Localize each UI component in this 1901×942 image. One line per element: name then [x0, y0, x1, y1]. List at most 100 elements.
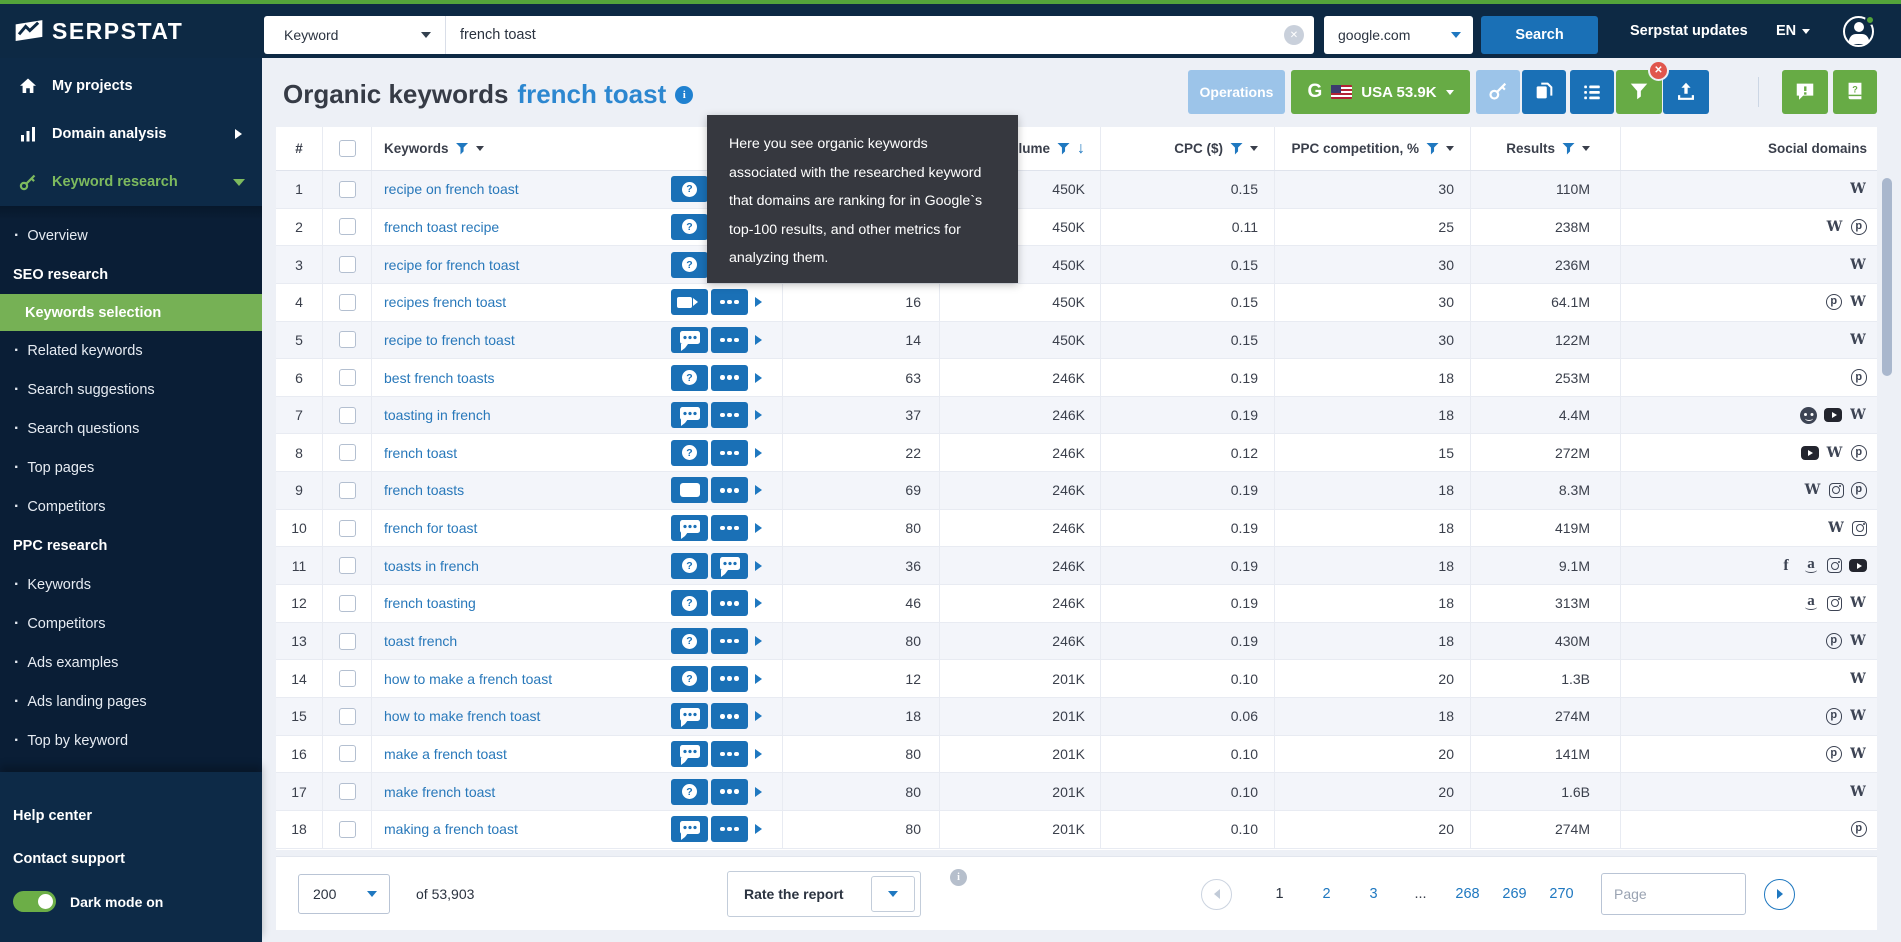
sidebar-item-top-by-keyword[interactable]: Top by keyword	[0, 721, 262, 760]
list-view-button[interactable]	[1570, 70, 1614, 114]
column-header-cpc[interactable]: CPC ($)	[1100, 127, 1274, 170]
question-icon-button[interactable]	[671, 666, 708, 692]
expand-row-icon[interactable]	[755, 561, 762, 571]
row-checkbox[interactable]	[339, 407, 356, 424]
sidebar-item-ads-examples[interactable]: Ads examples	[0, 643, 262, 682]
row-checkbox[interactable]	[339, 218, 356, 235]
export-button[interactable]	[1663, 70, 1709, 114]
page-size-select[interactable]: 200	[298, 874, 390, 914]
expand-row-icon[interactable]	[755, 636, 762, 646]
help-button[interactable]: ?	[1833, 70, 1877, 114]
row-checkbox[interactable]	[339, 708, 356, 725]
question-icon-button[interactable]	[671, 252, 708, 278]
dots-icon-button[interactable]	[711, 666, 748, 692]
dots-icon-button[interactable]	[711, 402, 748, 428]
sidebar-item-help-center[interactable]: Help center	[0, 794, 262, 837]
dots-icon-button[interactable]	[711, 289, 748, 315]
expand-row-icon[interactable]	[755, 523, 762, 533]
expand-row-icon[interactable]	[755, 373, 762, 383]
keyword-link[interactable]: how to make a french toast	[384, 671, 668, 687]
dots-icon-button[interactable]	[711, 703, 748, 729]
expand-row-icon[interactable]	[755, 297, 762, 307]
search-engine-dropdown[interactable]: google.com	[1324, 16, 1473, 54]
row-checkbox[interactable]	[339, 821, 356, 838]
keyword-link[interactable]: french toasting	[384, 595, 668, 611]
keyword-link[interactable]: recipe on french toast	[384, 181, 668, 197]
pagination-page-270[interactable]: 270	[1549, 886, 1574, 902]
expand-row-icon[interactable]	[755, 448, 762, 458]
speech-icon-button[interactable]	[671, 402, 708, 428]
speech-icon-button[interactable]	[671, 327, 708, 353]
dots-icon-button[interactable]	[711, 779, 748, 805]
question-icon-button[interactable]	[671, 365, 708, 391]
vertical-scrollbar-thumb[interactable]	[1882, 178, 1892, 376]
chevron-down-icon[interactable]	[1250, 146, 1258, 151]
row-checkbox[interactable]	[339, 783, 356, 800]
row-checkbox[interactable]	[339, 482, 356, 499]
sidebar-item-keywords[interactable]: Keywords	[0, 565, 262, 604]
sidebar-item-ads-landing-pages[interactable]: Ads landing pages	[0, 682, 262, 721]
info-icon[interactable]: i	[675, 86, 693, 104]
keyword-link[interactable]: french for toast	[384, 520, 668, 536]
row-checkbox[interactable]	[339, 331, 356, 348]
column-header-ppc[interactable]: PPC competition, %	[1274, 127, 1470, 170]
feedback-button[interactable]	[1782, 70, 1828, 114]
clear-search-icon[interactable]: ✕	[1284, 25, 1304, 45]
keyword-link[interactable]: french toast	[384, 445, 668, 461]
chevron-down-icon[interactable]	[1582, 146, 1590, 151]
rate-report-dropdown[interactable]: Rate the report	[727, 871, 921, 917]
page-title-keyword[interactable]: french toast	[517, 79, 666, 110]
dark-mode-toggle[interactable]	[13, 891, 56, 912]
dots-icon-button[interactable]	[711, 590, 748, 616]
expand-row-icon[interactable]	[755, 674, 762, 684]
blank-icon-button[interactable]	[671, 477, 708, 503]
expand-row-icon[interactable]	[755, 787, 762, 797]
row-checkbox[interactable]	[339, 670, 356, 687]
dots-icon-button[interactable]	[711, 440, 748, 466]
dots-icon-button[interactable]	[711, 515, 748, 541]
row-checkbox[interactable]	[339, 595, 356, 612]
expand-row-icon[interactable]	[755, 749, 762, 759]
pagination-page-2[interactable]: 2	[1314, 886, 1339, 902]
sidebar-item-top-pages[interactable]: Top pages	[0, 448, 262, 487]
chevron-down-icon[interactable]	[476, 146, 484, 151]
question-icon-button[interactable]	[671, 553, 708, 579]
sidebar-item-keyword-research[interactable]: Keyword research	[0, 158, 262, 206]
speech-icon-button[interactable]	[671, 741, 708, 767]
page-number-input[interactable]	[1601, 873, 1746, 915]
question-icon-button[interactable]	[671, 214, 708, 240]
rate-caret-box[interactable]	[871, 876, 915, 912]
sidebar-item-competitors[interactable]: Competitors	[0, 604, 262, 643]
keyword-link[interactable]: make french toast	[384, 784, 668, 800]
sort-descending-icon[interactable]: ↓	[1077, 141, 1085, 157]
video-icon-button[interactable]	[671, 289, 708, 315]
previous-page-button[interactable]	[1201, 879, 1232, 910]
row-checkbox[interactable]	[339, 444, 356, 461]
expand-row-icon[interactable]	[755, 485, 762, 495]
question-icon-button[interactable]	[671, 779, 708, 805]
question-icon-button[interactable]	[671, 176, 708, 202]
filter-funnel-icon[interactable]	[1426, 143, 1439, 155]
keyword-link[interactable]: best french toasts	[384, 370, 668, 386]
keyword-link[interactable]: french toasts	[384, 482, 668, 498]
sidebar-item-contact-support[interactable]: Contact support	[0, 837, 262, 880]
keyword-link[interactable]: recipe for french toast	[384, 257, 668, 273]
speech-icon-button[interactable]	[671, 703, 708, 729]
column-header-results[interactable]: Results	[1470, 127, 1620, 170]
sidebar-item-related-keywords[interactable]: Related keywords	[0, 331, 262, 370]
row-checkbox[interactable]	[339, 557, 356, 574]
info-icon[interactable]: i	[950, 869, 967, 886]
question-icon-button[interactable]	[671, 628, 708, 654]
row-checkbox[interactable]	[339, 369, 356, 386]
copy-button[interactable]	[1522, 70, 1566, 114]
keyword-link[interactable]: french toast recipe	[384, 219, 668, 235]
search-input[interactable]	[446, 16, 1284, 54]
expand-row-icon[interactable]	[755, 410, 762, 420]
keyword-link[interactable]: toasting in french	[384, 407, 668, 423]
keyword-link[interactable]: recipe to french toast	[384, 332, 668, 348]
next-page-button[interactable]	[1764, 879, 1795, 910]
row-checkbox[interactable]	[339, 256, 356, 273]
keyword-link[interactable]: make a french toast	[384, 746, 668, 762]
sidebar-item-my-projects[interactable]: My projects	[0, 62, 262, 110]
row-checkbox[interactable]	[339, 181, 356, 198]
